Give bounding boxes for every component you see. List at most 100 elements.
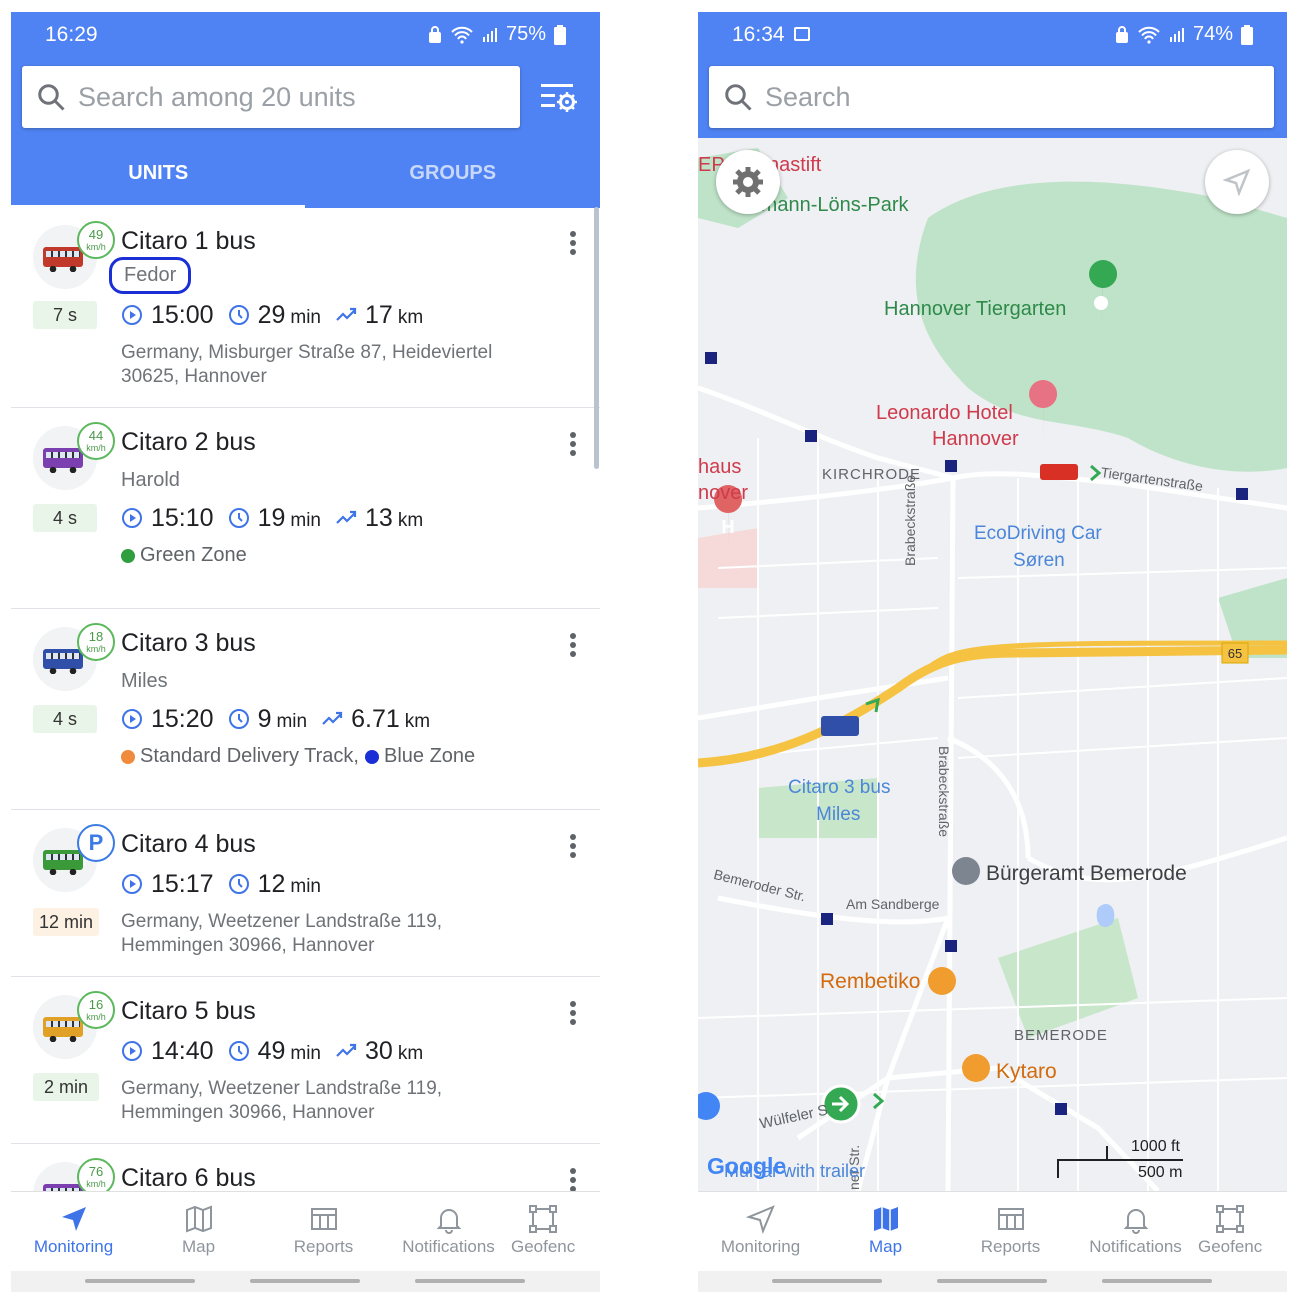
more-vert-icon[interactable] xyxy=(568,432,578,462)
play-circle-icon xyxy=(122,874,142,894)
last-message-age: 4 s xyxy=(33,504,97,532)
nav-monitoring[interactable]: Monitoring xyxy=(698,1192,823,1271)
last-message-age: 7 s xyxy=(33,301,97,329)
unit-row-citaro-1[interactable]: 49 km/h 7 s Citaro 1 bus Fedor 15:00 29 mi… xyxy=(11,207,600,408)
map-icon xyxy=(873,1207,898,1231)
filter-settings-icon[interactable] xyxy=(539,80,579,116)
duration-value: 49 xyxy=(257,1037,286,1065)
vehicle-marker-citaro-3[interactable] xyxy=(821,716,859,736)
trip-stats: 15:10 19 min 13 km xyxy=(121,504,437,533)
duration-unit: min xyxy=(290,510,321,531)
unit-address: Germany, Weetzener Landstraße 119, Hemmin… xyxy=(121,911,443,956)
bus-icon xyxy=(43,1017,83,1042)
duration-unit: min xyxy=(290,307,321,328)
map-label-street: Brabeckstraße xyxy=(936,746,952,838)
gesture-handle[interactable] xyxy=(772,1279,882,1283)
gear-icon xyxy=(733,167,763,197)
unit-row-citaro-5[interactable]: 16 km/h 2 min Citaro 5 bus 14:40 49 min 30… xyxy=(11,977,600,1144)
speed-badge: 18 km/h xyxy=(77,623,115,661)
gesture-handle[interactable] xyxy=(250,1279,360,1283)
ubahn-marker xyxy=(1236,488,1248,500)
map-settings-button[interactable] xyxy=(716,150,780,214)
clock-icon xyxy=(228,305,249,325)
duration-unit: min xyxy=(276,711,308,732)
status-bar: 16:34 74% xyxy=(698,12,1287,58)
unit-address: Germany, Misburger Straße 87, Heideviert… xyxy=(121,342,493,387)
ubahn-marker xyxy=(1055,1103,1067,1115)
more-vert-icon[interactable] xyxy=(568,1168,578,1191)
nav-notifications[interactable]: Notifications xyxy=(386,1192,511,1271)
last-message-age: 4 s xyxy=(33,705,97,733)
map-icon xyxy=(185,1205,212,1233)
unit-row-citaro-4[interactable]: P 12 min Citaro 4 bus 15:17 12 min German… xyxy=(11,810,600,977)
map-label-unit: Miles xyxy=(816,804,861,825)
status-bar: 16:29 75% xyxy=(11,12,600,58)
map-label-unit: Citaro 3 bus xyxy=(788,777,891,798)
reports-icon xyxy=(310,1208,337,1230)
unit-row-citaro-6[interactable]: 76 km/h Citaro 6 bus xyxy=(11,1144,600,1191)
nav-geofences[interactable]: Geofenc xyxy=(1198,1192,1262,1271)
start-time: 15:00 xyxy=(151,301,214,329)
ubahn-marker xyxy=(945,460,957,472)
status-right-group: 75% xyxy=(428,23,566,46)
gesture-handle[interactable] xyxy=(415,1279,525,1283)
duration-value: 19 xyxy=(257,504,286,532)
gesture-handle[interactable] xyxy=(85,1279,195,1283)
search-input[interactable]: Search among 20 units xyxy=(22,66,520,128)
unit-row-citaro-2[interactable]: 44 km/h 4 s Citaro 2 bus Harold 15:10 19 m… xyxy=(11,408,600,609)
nav-map[interactable]: Map xyxy=(823,1192,948,1271)
gesture-handle[interactable] xyxy=(1102,1279,1212,1283)
map-label-buergeramt: Bürgeramt Bemerode xyxy=(986,862,1187,885)
bus-icon xyxy=(43,850,83,875)
vehicle-marker-red-car[interactable] xyxy=(1040,464,1078,480)
nav-map[interactable]: Map xyxy=(136,1192,261,1271)
my-location-button[interactable] xyxy=(1205,150,1269,214)
tab-bar: UNITS GROUPS xyxy=(11,154,600,208)
signal-icon xyxy=(482,27,497,42)
map-label-hotel: Leonardo Hotel xyxy=(876,402,1013,424)
scrollbar[interactable] xyxy=(594,207,599,469)
nav-reports[interactable]: Reports xyxy=(948,1192,1073,1271)
last-message-age: 12 min xyxy=(33,908,99,936)
search-icon xyxy=(725,84,752,111)
restaurant-pin-icon xyxy=(928,967,956,995)
map-label-restaurant: Kytaro xyxy=(996,1060,1057,1083)
more-vert-icon[interactable] xyxy=(568,1001,578,1031)
zone-dot xyxy=(121,749,135,764)
scale-label-m: 500 m xyxy=(1138,1164,1183,1181)
tab-units[interactable]: UNITS xyxy=(11,154,306,208)
nav-reports[interactable]: Reports xyxy=(261,1192,386,1271)
map-view[interactable]: 65 H EP nastift rmann-Löns-Park Hannover… xyxy=(698,138,1287,1191)
map-label-ecodriving: EcoDriving Car xyxy=(974,523,1102,544)
zone-dot xyxy=(121,548,135,563)
search-input[interactable]: Search xyxy=(709,66,1274,128)
navigation-arrow-icon xyxy=(61,1207,86,1231)
unit-row-citaro-3[interactable]: 18 km/h 4 s Citaro 3 bus Miles 15:20 9 min… xyxy=(11,609,600,810)
trip-stats: 14:40 49 min 30 km xyxy=(121,1037,437,1066)
more-vert-icon[interactable] xyxy=(568,231,578,261)
map-label-hotel: Hannover xyxy=(932,428,1019,450)
more-vert-icon[interactable] xyxy=(568,633,578,663)
lock-icon xyxy=(1115,25,1128,43)
map-label-tiergarten: Hannover Tiergarten xyxy=(884,298,1067,320)
search-placeholder: Search among 20 units xyxy=(78,81,356,112)
map-label: rmann-Löns-Park xyxy=(754,194,909,216)
speed-badge: 49 km/h xyxy=(77,221,115,259)
more-vert-icon[interactable] xyxy=(568,834,578,864)
map-label-bemerode: BEMERODE xyxy=(1014,1027,1108,1044)
play-circle-icon xyxy=(122,305,142,325)
clock-icon xyxy=(228,1041,249,1061)
map-label: nover xyxy=(698,482,749,504)
tab-groups[interactable]: GROUPS xyxy=(306,154,601,208)
distance-value: 17 xyxy=(365,301,393,329)
left-phone-screen: 16:29 75% Search among 20 units UNITS GR… xyxy=(11,12,600,1292)
nav-monitoring[interactable]: Monitoring xyxy=(11,1192,136,1271)
gesture-handle[interactable] xyxy=(937,1279,1047,1283)
duration-value: 12 xyxy=(257,870,286,898)
unit-address: Germany, Weetzener Landstraße 119, Hemmin… xyxy=(121,1078,443,1123)
nav-geofences[interactable]: Geofenc xyxy=(511,1192,575,1271)
ubahn-marker xyxy=(821,913,833,925)
ubahn-marker xyxy=(705,352,717,364)
nav-notifications[interactable]: Notifications xyxy=(1073,1192,1198,1271)
scale-label-ft: 1000 ft xyxy=(1131,1138,1180,1155)
